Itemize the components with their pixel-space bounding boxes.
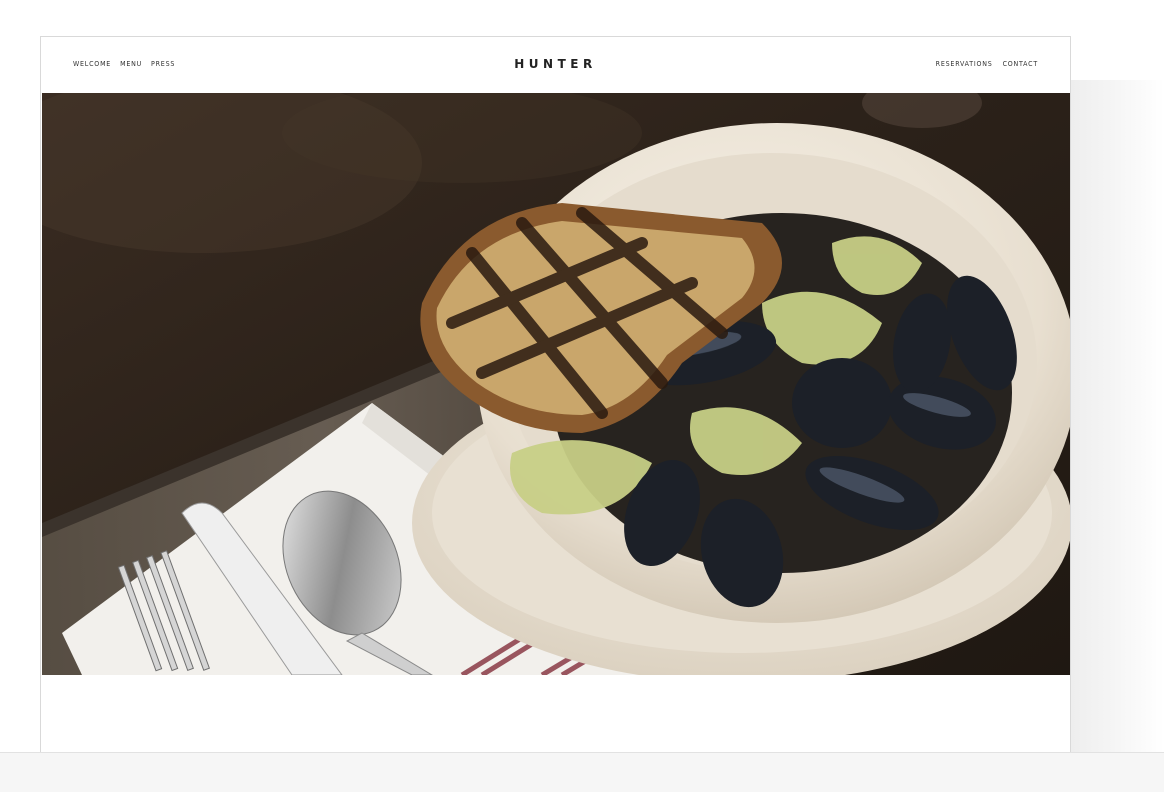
hero-image (42, 93, 1070, 675)
nav-link-reservations[interactable]: RESERVATIONS (936, 60, 993, 68)
site-logo[interactable]: HUNTER (41, 57, 1070, 71)
site-header: WELCOME MENU PRESS HUNTER RESERVATIONS C… (41, 37, 1070, 93)
content-area (41, 675, 1070, 753)
primary-nav-right: RESERVATIONS CONTACT (936, 60, 1038, 68)
side-shadow (1071, 80, 1164, 752)
page-canvas: WELCOME MENU PRESS HUNTER RESERVATIONS C… (0, 0, 1164, 792)
website-preview-frame: WELCOME MENU PRESS HUNTER RESERVATIONS C… (40, 36, 1071, 753)
nav-link-contact[interactable]: CONTACT (1003, 60, 1038, 68)
hero-photo-illustration (42, 93, 1070, 675)
bottom-toolbar-strip (0, 752, 1164, 792)
